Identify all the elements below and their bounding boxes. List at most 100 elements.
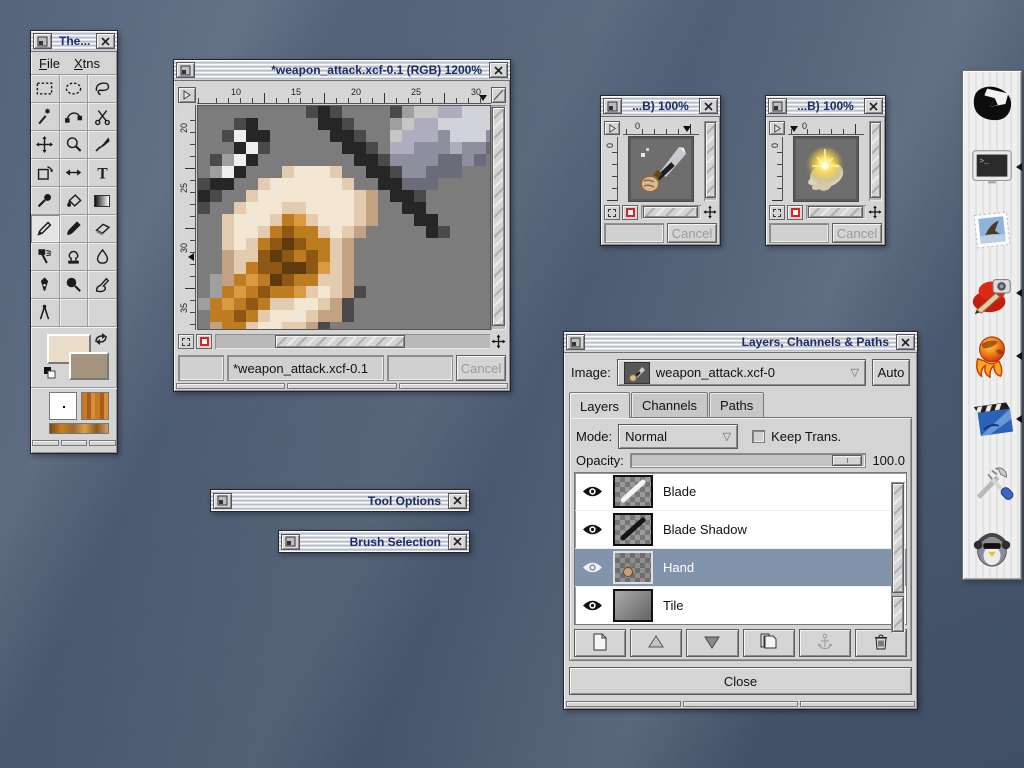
menu-file[interactable]: File <box>39 56 60 71</box>
tool-convolve[interactable] <box>88 243 117 271</box>
close-icon[interactable] <box>864 98 883 114</box>
dock-video-editor-icon[interactable] <box>966 392 1018 446</box>
tab-layers[interactable]: Layers <box>569 392 630 418</box>
tool-pencil[interactable] <box>31 215 60 243</box>
background-color-swatch[interactable] <box>69 352 109 380</box>
visibility-eye-icon[interactable] <box>581 561 603 574</box>
layers-titlebar[interactable]: Layers, Channels & Paths <box>564 332 917 353</box>
tool-measure[interactable] <box>31 299 60 327</box>
layer-thumbnail[interactable] <box>613 475 653 508</box>
tool-magnify[interactable] <box>60 131 89 159</box>
layer-thumbnail[interactable] <box>613 589 653 622</box>
gradient-preview[interactable] <box>49 423 109 434</box>
layer-row-blade-shadow[interactable]: Blade Shadow <box>575 511 906 549</box>
iconify-icon[interactable] <box>176 62 195 78</box>
iconify-icon[interactable] <box>213 493 232 509</box>
auto-button[interactable]: Auto <box>872 359 910 386</box>
dock-drawer-arrow[interactable] <box>1016 415 1022 423</box>
tool-color-picker[interactable] <box>31 187 60 215</box>
tool-move[interactable] <box>31 131 60 159</box>
resize-handle[interactable] <box>31 439 117 447</box>
nav-titlebar[interactable]: ...B) 100% <box>601 96 720 117</box>
close-icon[interactable] <box>489 62 508 78</box>
layer-row-hand[interactable]: Hand <box>575 549 906 587</box>
quickmask-off-icon[interactable] <box>604 205 620 220</box>
tool-text[interactable]: T <box>88 159 117 187</box>
tool-crop[interactable] <box>88 131 117 159</box>
vertical-scrollbar[interactable] <box>869 121 882 201</box>
iconify-icon[interactable] <box>33 33 52 49</box>
delete-layer-button[interactable] <box>855 629 907 657</box>
quickmask-on-icon[interactable] <box>787 205 803 220</box>
pattern-preview[interactable] <box>81 392 109 420</box>
tool-scissors[interactable] <box>88 103 117 131</box>
tool-eraser[interactable] <box>88 215 117 243</box>
nav-titlebar[interactable]: ...B) 100% <box>766 96 885 117</box>
iconify-icon[interactable] <box>603 98 622 114</box>
brush-preview[interactable] <box>49 392 77 420</box>
titlebar[interactable]: Tool Options <box>211 490 469 511</box>
cancel-button[interactable]: Cancel <box>667 223 717 243</box>
cancel-button[interactable]: Cancel <box>832 223 882 243</box>
horizontal-scrollbar[interactable] <box>215 334 491 349</box>
nav-canvas[interactable] <box>793 136 859 202</box>
dock-web-browser-icon[interactable] <box>966 329 1018 383</box>
close-icon[interactable] <box>448 534 467 550</box>
close-button[interactable]: Close <box>569 667 912 695</box>
image-option-menu[interactable]: weapon_attack.xcf-0 ▽ <box>617 359 866 386</box>
navigation-icon[interactable] <box>702 204 718 220</box>
visibility-eye-icon[interactable] <box>581 599 603 612</box>
default-colors-icon[interactable] <box>43 366 57 383</box>
visibility-eye-icon[interactable] <box>581 485 603 498</box>
tool-paintbrush[interactable] <box>60 215 89 243</box>
tool-flip[interactable] <box>60 159 89 187</box>
iconify-icon[interactable] <box>281 534 300 550</box>
tool-fuzzy-select[interactable] <box>31 103 60 131</box>
tab-channels[interactable]: Channels <box>631 392 708 418</box>
scrollbar-thumb[interactable] <box>892 596 904 632</box>
dock-drawer-arrow[interactable] <box>1016 352 1022 360</box>
dock-drawer-arrow[interactable] <box>1016 163 1022 171</box>
dock-app-logo-icon[interactable] <box>966 77 1018 131</box>
tool-clone[interactable] <box>60 243 89 271</box>
tool-bucket-fill[interactable] <box>60 187 89 215</box>
resize-handle[interactable] <box>565 700 916 708</box>
quickmask-off-icon[interactable] <box>769 205 785 220</box>
cancel-button[interactable]: Cancel <box>456 355 506 381</box>
tab-paths[interactable]: Paths <box>709 392 764 418</box>
tool-blend[interactable] <box>88 187 117 215</box>
keep-trans-checkbox[interactable] <box>752 430 765 443</box>
tool-free-select[interactable] <box>88 75 117 103</box>
quickmask-on-icon[interactable] <box>622 205 638 220</box>
resize-handle[interactable] <box>175 382 509 390</box>
iconify-icon[interactable] <box>566 334 585 350</box>
dock-screenshot-tool-icon[interactable] <box>966 266 1018 320</box>
tool-rect-select[interactable] <box>31 75 60 103</box>
lower-layer-button[interactable] <box>686 629 738 657</box>
slider-handle[interactable] <box>832 455 862 466</box>
image-menu-button[interactable] <box>769 121 785 135</box>
close-icon[interactable] <box>96 33 115 49</box>
titlebar[interactable]: Brush Selection <box>279 531 469 552</box>
toolbox-titlebar[interactable]: The... <box>31 31 117 52</box>
tool-ink[interactable] <box>31 271 60 299</box>
mode-option-menu[interactable]: Normal ▽ <box>618 424 738 449</box>
scrollbar-thumb[interactable] <box>643 206 698 218</box>
scrollbar-thumb[interactable] <box>808 206 863 218</box>
dock-mail-stamp-icon[interactable] <box>966 203 1018 257</box>
tool-smudge[interactable] <box>88 271 117 299</box>
tool-airbrush[interactable] <box>31 243 60 271</box>
layer-row-tile[interactable]: Tile <box>575 587 906 625</box>
menu-xtns[interactable]: Xtns <box>74 56 100 71</box>
navigation-icon[interactable] <box>867 204 883 220</box>
tool-transform[interactable] <box>31 159 60 187</box>
dock-system-tools-icon[interactable] <box>966 455 1018 509</box>
tool-dodge-burn[interactable] <box>60 271 89 299</box>
layer-row-blade[interactable]: Blade <box>575 473 906 511</box>
nav-canvas[interactable] <box>628 136 694 202</box>
raise-layer-button[interactable] <box>630 629 682 657</box>
scrollbar-thumb[interactable] <box>870 122 881 198</box>
image-menu-button[interactable] <box>178 87 196 103</box>
visibility-eye-icon[interactable] <box>581 523 603 536</box>
zoom-fit-icon[interactable] <box>491 87 506 103</box>
